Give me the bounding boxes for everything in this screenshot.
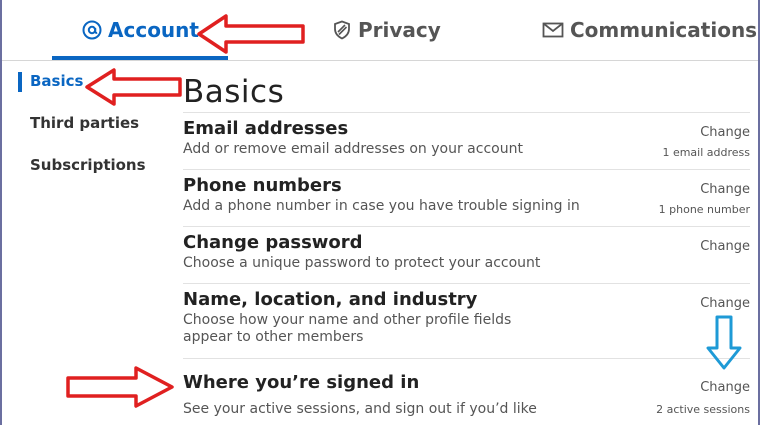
annotation-arrow-basics	[85, 68, 182, 106]
settings-row-password[interactable]: Change password Choose a unique password…	[183, 226, 750, 283]
tab-privacy-label: Privacy	[358, 18, 441, 42]
row-title: Change password	[183, 232, 363, 253]
row-meta: 2 active sessions	[656, 403, 750, 416]
tab-account-label: Account	[108, 18, 199, 42]
change-button[interactable]: Change	[700, 296, 750, 311]
shield-icon	[334, 20, 350, 40]
at-sign-icon	[82, 20, 102, 40]
row-description: Choose how your name and other profile f…	[183, 312, 512, 345]
row-title: Email addresses	[183, 118, 349, 139]
settings-row-name-location[interactable]: Name, location, and industry Choose how …	[183, 283, 750, 358]
tab-communications[interactable]: Communications	[542, 18, 757, 42]
change-button[interactable]: Change	[700, 125, 750, 140]
window-border-left	[0, 0, 2, 425]
change-button[interactable]: Change	[700, 380, 750, 395]
tab-privacy[interactable]: Privacy	[332, 18, 441, 42]
settings-row-email[interactable]: Email addresses Add or remove email addr…	[183, 112, 750, 169]
page-title: Basics	[183, 74, 285, 110]
tab-account[interactable]: Account	[82, 18, 199, 42]
row-meta: 1 email address	[662, 146, 750, 159]
row-description: Choose a unique password to protect your…	[183, 255, 541, 271]
change-button[interactable]: Change	[700, 182, 750, 197]
change-button[interactable]: Change	[700, 239, 750, 254]
row-meta: 1 phone number	[658, 203, 750, 216]
envelope-icon	[542, 22, 564, 38]
tab-communications-label: Communications	[570, 18, 758, 42]
sidebar-item-third-parties[interactable]: Third parties	[18, 114, 178, 132]
annotation-arrow-signed-in	[66, 366, 174, 408]
settings-row-signed-in[interactable]: Where you’re signed in See your active s…	[183, 358, 750, 427]
sidebar-item-subscriptions[interactable]: Subscriptions	[18, 156, 178, 174]
row-title: Where you’re signed in	[183, 372, 420, 393]
annotation-arrow-change	[706, 315, 742, 370]
tabs-divider	[2, 60, 758, 61]
row-title: Phone numbers	[183, 175, 342, 196]
annotation-arrow-account	[197, 14, 305, 54]
row-title: Name, location, and industry	[183, 289, 478, 310]
settings-tabs: Account Privacy Communications	[2, 0, 758, 60]
settings-row-phone[interactable]: Phone numbers Add a phone number in case…	[183, 169, 750, 226]
basics-panel: Basics Email addresses Add or remove ema…	[183, 72, 750, 427]
